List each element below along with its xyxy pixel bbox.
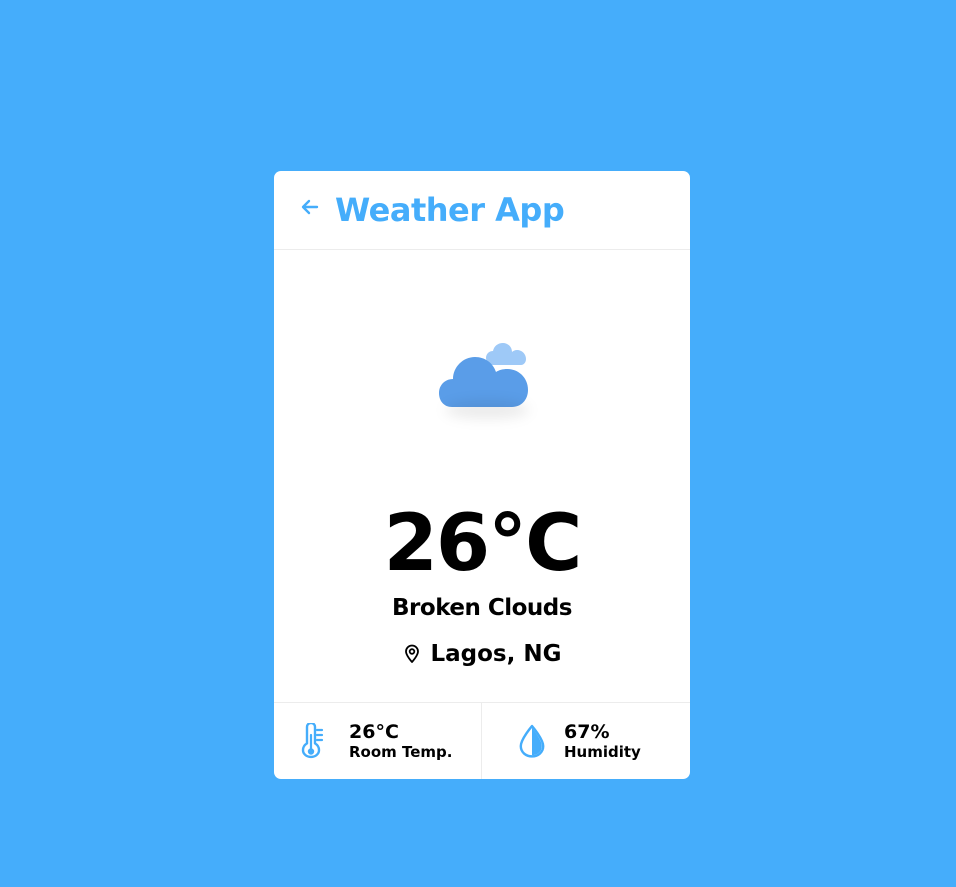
weather-stats: 26°C Room Temp. 67% Humidity xyxy=(274,702,690,779)
thermometer-icon xyxy=(299,722,327,760)
map-pin-icon xyxy=(402,644,422,664)
app-header: Weather App xyxy=(274,171,690,250)
broken-clouds-icon xyxy=(432,329,539,421)
water-drop-icon xyxy=(518,722,546,760)
temperature-display: 26°C xyxy=(383,499,583,589)
back-button[interactable] xyxy=(298,195,322,219)
room-temp-stat: 26°C Room Temp. xyxy=(274,703,482,779)
arrow-left-icon xyxy=(300,197,320,217)
room-temp-value: 26°C xyxy=(349,721,399,743)
location: Lagos, NG xyxy=(274,641,690,667)
room-temp-label: Room Temp. xyxy=(349,743,453,761)
app-title: Weather App xyxy=(335,191,565,229)
current-weather: 26°C Broken Clouds Lagos, NG xyxy=(274,251,690,702)
weather-card: Weather App 26°C Broken Clouds Lagos, NG xyxy=(274,171,690,779)
location-label: Lagos, NG xyxy=(430,641,562,667)
weather-description: Broken Clouds xyxy=(392,595,572,621)
humidity-value: 67% xyxy=(564,721,610,743)
humidity-label: Humidity xyxy=(564,743,641,761)
humidity-stat: 67% Humidity xyxy=(482,703,690,779)
